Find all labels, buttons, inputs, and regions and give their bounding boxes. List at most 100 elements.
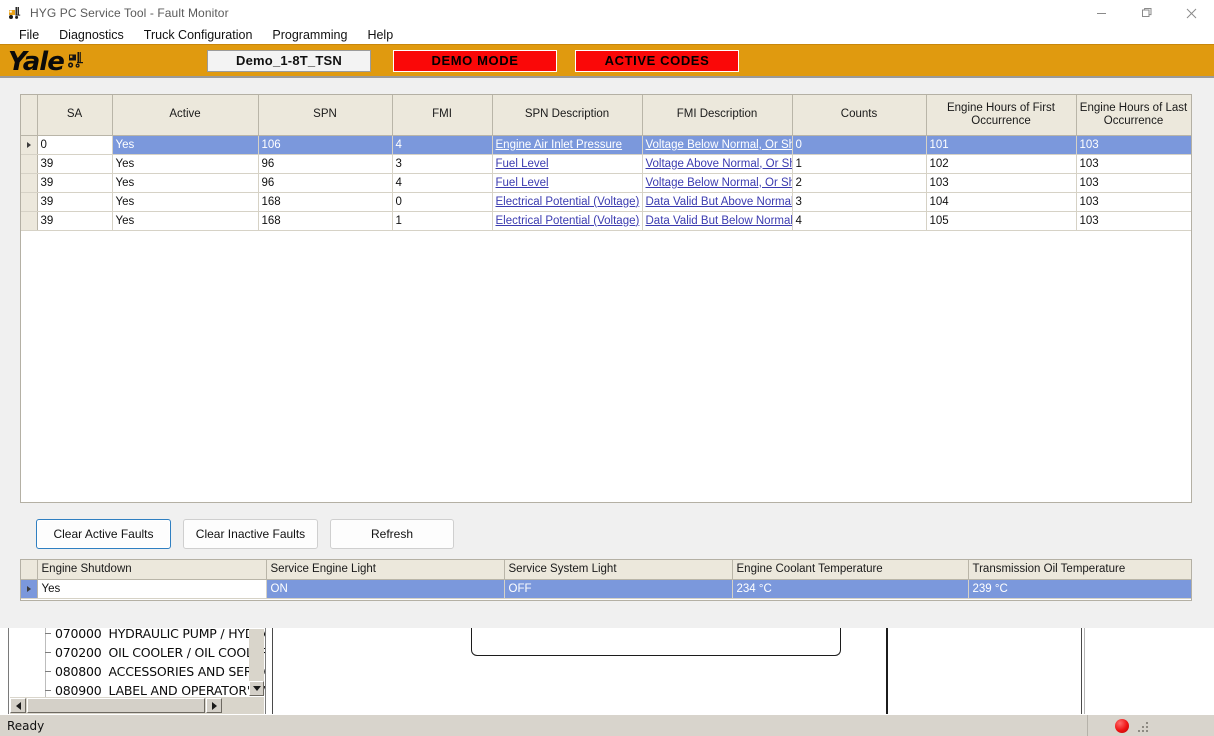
cell-service-engine-light[interactable]: ON bbox=[266, 579, 504, 598]
tree-horizontal-scrollbar[interactable] bbox=[10, 697, 264, 714]
cell-spn[interactable]: 168 bbox=[258, 192, 392, 211]
cell-engine-hours-first[interactable]: 105 bbox=[926, 211, 1076, 230]
cell-service-system-light[interactable]: OFF bbox=[504, 579, 732, 598]
column-header-engine-shutdown[interactable]: Engine Shutdown bbox=[37, 560, 266, 579]
cell-counts[interactable]: 2 bbox=[792, 173, 926, 192]
fmi-description-link[interactable]: Voltage Below Normal, Or Short... bbox=[646, 139, 793, 151]
cell-fmi-description[interactable]: Voltage Below Normal, Or Short... bbox=[642, 135, 792, 154]
row-selector[interactable] bbox=[21, 173, 37, 192]
cell-sa[interactable]: 39 bbox=[37, 192, 112, 211]
cell-fmi[interactable]: 4 bbox=[392, 135, 492, 154]
cell-active[interactable]: Yes bbox=[112, 173, 258, 192]
cell-fmi-description[interactable]: Data Valid But Below Normal Op... bbox=[642, 211, 792, 230]
cell-sa[interactable]: 39 bbox=[37, 173, 112, 192]
menu-item-file[interactable]: File bbox=[9, 26, 49, 44]
cell-active[interactable]: Yes bbox=[112, 154, 258, 173]
table-row[interactable]: 0 Yes 106 4 Engine Air Inlet Pressure Vo… bbox=[21, 135, 1191, 154]
cell-engine-hours-first[interactable]: 102 bbox=[926, 154, 1076, 173]
fmi-description-link[interactable]: Data Valid But Below Normal Op... bbox=[646, 215, 793, 227]
clear-inactive-faults-button[interactable]: Clear Inactive Faults bbox=[183, 519, 318, 549]
parts-tree-panel[interactable]: 070000 HYDRAULIC PUMP / HYDRAULIC F 0702… bbox=[8, 628, 266, 716]
minimize-button[interactable] bbox=[1079, 0, 1124, 26]
cell-sa[interactable]: 0 bbox=[37, 135, 112, 154]
row-selector[interactable] bbox=[21, 579, 37, 598]
list-item[interactable]: 080800 ACCESSORIES AND SERVICE PAR bbox=[9, 662, 253, 681]
menu-item-help[interactable]: Help bbox=[357, 26, 403, 44]
resize-grip-icon[interactable] bbox=[1138, 722, 1150, 734]
scroll-right-arrow-icon[interactable] bbox=[206, 698, 222, 713]
scroll-left-arrow-icon[interactable] bbox=[10, 698, 26, 713]
column-header-engine-hours-last[interactable]: Engine Hours of Last Occurrence bbox=[1076, 95, 1191, 135]
menu-item-diagnostics[interactable]: Diagnostics bbox=[49, 26, 134, 44]
cell-engine-hours-last[interactable]: 103 bbox=[1076, 173, 1191, 192]
cell-fmi[interactable]: 4 bbox=[392, 173, 492, 192]
cell-engine-hours-first[interactable]: 101 bbox=[926, 135, 1076, 154]
column-header-spn-description[interactable]: SPN Description bbox=[492, 95, 642, 135]
cell-fmi[interactable]: 1 bbox=[392, 211, 492, 230]
cell-sa[interactable]: 39 bbox=[37, 154, 112, 173]
cell-active[interactable]: Yes bbox=[112, 211, 258, 230]
row-selector[interactable] bbox=[21, 154, 37, 173]
cell-spn[interactable]: 168 bbox=[258, 211, 392, 230]
list-item[interactable]: 070200 OIL COOLER / OIL COOLER bbox=[9, 643, 253, 662]
background-diagram-panel[interactable] bbox=[272, 628, 1082, 716]
cell-active[interactable]: Yes bbox=[112, 192, 258, 211]
table-row[interactable]: 39 Yes 168 1 Electrical Potential (Volta… bbox=[21, 211, 1191, 230]
fmi-description-link[interactable]: Voltage Below Normal, Or Short... bbox=[646, 177, 793, 189]
cell-counts[interactable]: 4 bbox=[792, 211, 926, 230]
cell-fmi-description[interactable]: Voltage Above Normal, Or Shor... bbox=[642, 154, 792, 173]
cell-fmi-description[interactable]: Voltage Below Normal, Or Short... bbox=[642, 173, 792, 192]
cell-spn[interactable]: 96 bbox=[258, 154, 392, 173]
cell-spn-description[interactable]: Fuel Level bbox=[492, 154, 642, 173]
spn-description-link[interactable]: Electrical Potential (Voltage) bbox=[496, 215, 640, 227]
cell-engine-hours-first[interactable]: 103 bbox=[926, 173, 1076, 192]
cell-engine-coolant-temperature[interactable]: 234 °C bbox=[732, 579, 968, 598]
table-row[interactable]: 39 Yes 96 4 Fuel Level Voltage Below Nor… bbox=[21, 173, 1191, 192]
refresh-button[interactable]: Refresh bbox=[330, 519, 454, 549]
column-header-spn[interactable]: SPN bbox=[258, 95, 392, 135]
row-selector[interactable] bbox=[21, 192, 37, 211]
column-header-engine-hours-first[interactable]: Engine Hours of First Occurrence bbox=[926, 95, 1076, 135]
menu-item-programming[interactable]: Programming bbox=[262, 26, 357, 44]
row-selector[interactable] bbox=[21, 211, 37, 230]
column-header-active[interactable]: Active bbox=[112, 95, 258, 135]
cell-fmi[interactable]: 3 bbox=[392, 154, 492, 173]
spn-description-link[interactable]: Fuel Level bbox=[496, 177, 549, 189]
fmi-description-link[interactable]: Data Valid But Above Normal O... bbox=[646, 196, 793, 208]
close-button[interactable] bbox=[1169, 0, 1214, 26]
tree-vertical-scrollbar[interactable] bbox=[249, 629, 264, 696]
cell-active[interactable]: Yes bbox=[112, 135, 258, 154]
column-header-fmi[interactable]: FMI bbox=[392, 95, 492, 135]
cell-transmission-oil-temperature[interactable]: 239 °C bbox=[968, 579, 1192, 598]
column-header-sa[interactable]: SA bbox=[37, 95, 112, 135]
cell-engine-shutdown[interactable]: Yes bbox=[37, 579, 266, 598]
table-row[interactable]: 39 Yes 168 0 Electrical Potential (Volta… bbox=[21, 192, 1191, 211]
spn-description-link[interactable]: Fuel Level bbox=[496, 158, 549, 170]
cell-counts[interactable]: 1 bbox=[792, 154, 926, 173]
column-header-transmission-oil-temperature[interactable]: Transmission Oil Temperature bbox=[968, 560, 1192, 579]
column-header-service-engine-light[interactable]: Service Engine Light bbox=[266, 560, 504, 579]
menu-item-truck-configuration[interactable]: Truck Configuration bbox=[134, 26, 263, 44]
cell-spn[interactable]: 106 bbox=[258, 135, 392, 154]
cell-spn-description[interactable]: Fuel Level bbox=[492, 173, 642, 192]
cell-spn[interactable]: 96 bbox=[258, 173, 392, 192]
spn-description-link[interactable]: Electrical Potential (Voltage) bbox=[496, 196, 640, 208]
cell-counts[interactable]: 3 bbox=[792, 192, 926, 211]
cell-spn-description[interactable]: Electrical Potential (Voltage) bbox=[492, 211, 642, 230]
column-header-counts[interactable]: Counts bbox=[792, 95, 926, 135]
cell-spn-description[interactable]: Engine Air Inlet Pressure bbox=[492, 135, 642, 154]
column-header-service-system-light[interactable]: Service System Light bbox=[504, 560, 732, 579]
status-grid-panel[interactable]: Engine Shutdown Service Engine Light Ser… bbox=[20, 559, 1192, 601]
cell-engine-hours-last[interactable]: 103 bbox=[1076, 211, 1191, 230]
cell-sa[interactable]: 39 bbox=[37, 211, 112, 230]
cell-engine-hours-last[interactable]: 103 bbox=[1076, 135, 1191, 154]
cell-engine-hours-last[interactable]: 103 bbox=[1076, 154, 1191, 173]
cell-spn-description[interactable]: Electrical Potential (Voltage) bbox=[492, 192, 642, 211]
fault-grid-panel[interactable]: SA Active SPN FMI SPN Description FMI De… bbox=[20, 94, 1192, 503]
maximize-restore-button[interactable] bbox=[1124, 0, 1169, 26]
cell-engine-hours-last[interactable]: 103 bbox=[1076, 192, 1191, 211]
column-header-engine-coolant-temperature[interactable]: Engine Coolant Temperature bbox=[732, 560, 968, 579]
cell-counts[interactable]: 0 bbox=[792, 135, 926, 154]
cell-engine-hours-first[interactable]: 104 bbox=[926, 192, 1076, 211]
cell-fmi[interactable]: 0 bbox=[392, 192, 492, 211]
